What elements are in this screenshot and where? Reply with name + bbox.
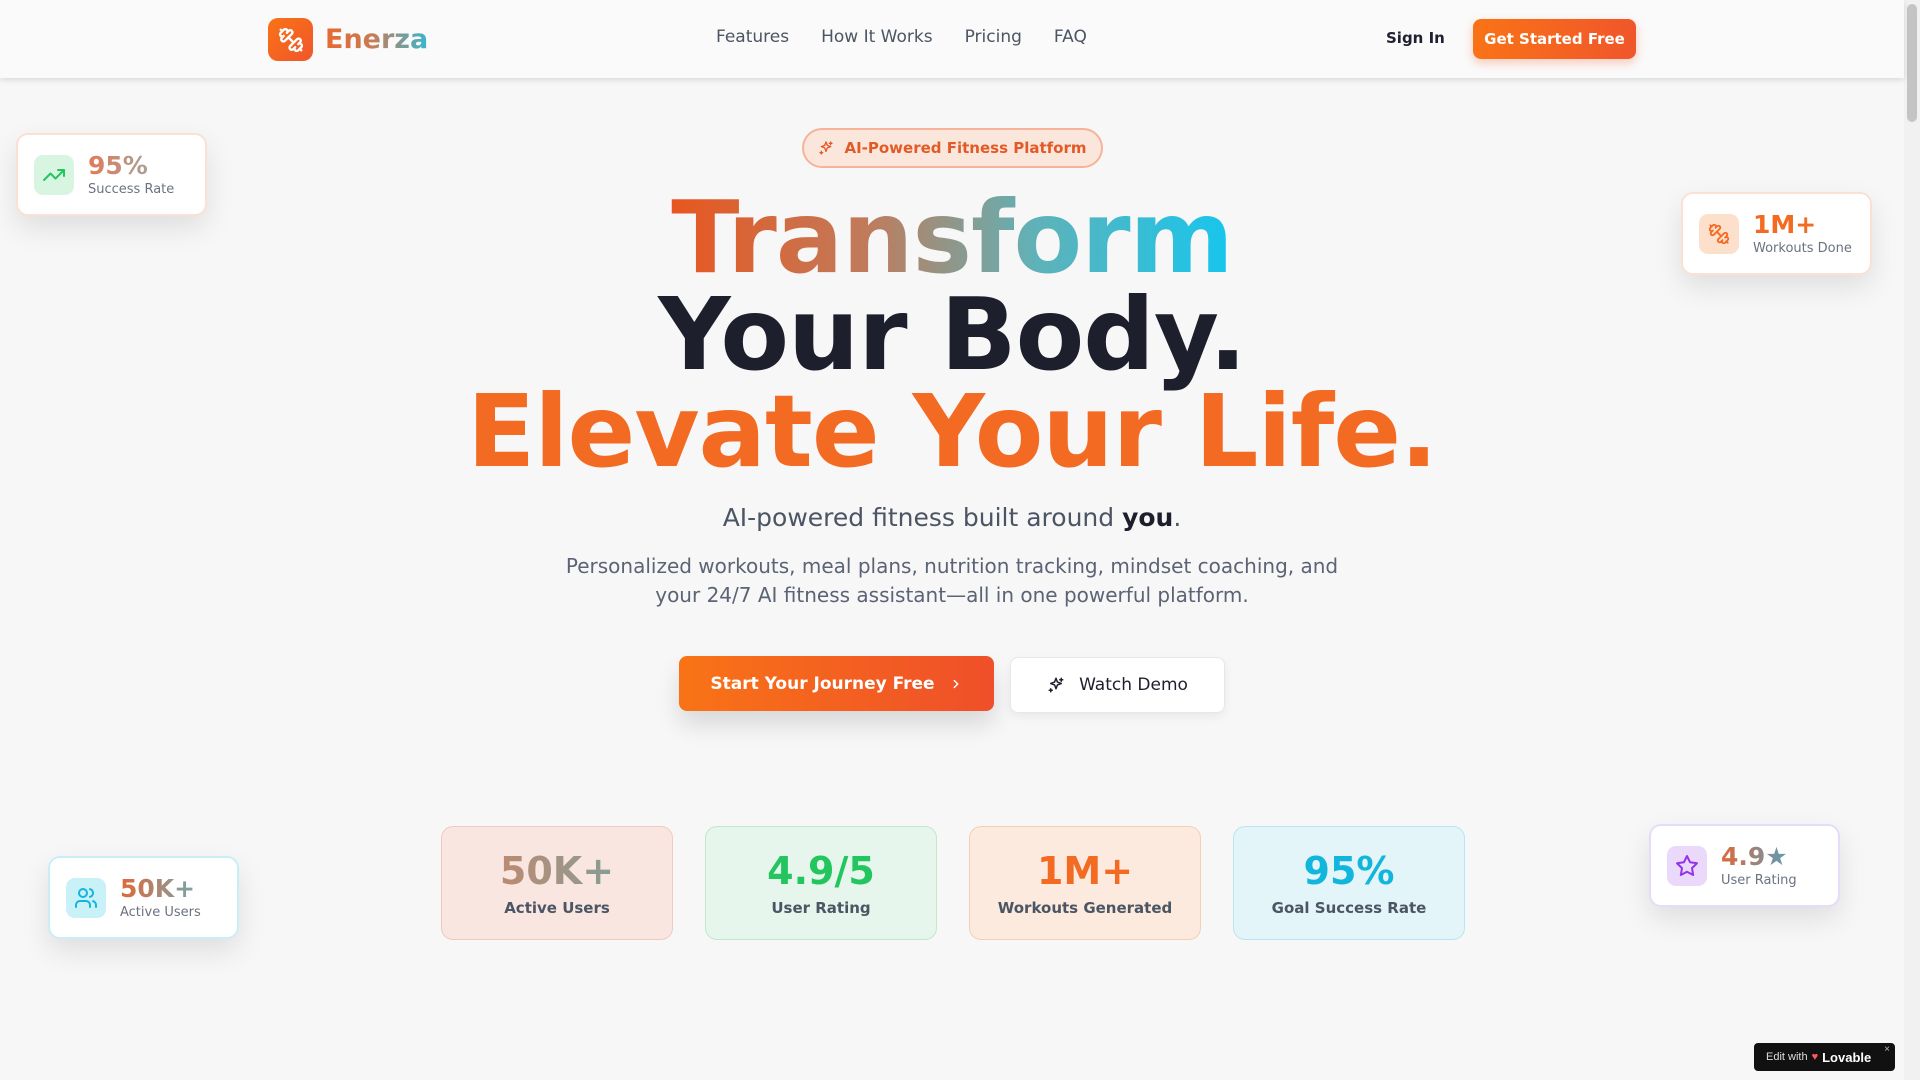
- hero-badge: AI-Powered Fitness Platform: [802, 128, 1103, 168]
- trending-up-icon: [34, 154, 74, 195]
- stat-value: 4.9/5: [767, 849, 875, 893]
- scrollbar-thumb[interactable]: [1907, 4, 1917, 122]
- stat-card-workouts: 1M+ Workouts Generated: [969, 826, 1201, 940]
- floating-value: 50K+: [120, 875, 201, 903]
- sparkles-icon: [1048, 677, 1064, 693]
- brand-name: Enerza: [325, 24, 429, 55]
- floating-card-success-rate: 95% Success Rate: [16, 133, 207, 216]
- heart-icon: ♥: [1811, 1051, 1819, 1063]
- stat-label: Goal Success Rate: [1271, 899, 1427, 917]
- stat-value: 1M+: [1036, 849, 1134, 893]
- floating-label: Success Rate: [88, 182, 175, 197]
- hero-tagline: AI-powered fitness built around you.: [722, 503, 1182, 532]
- stat-card-success-rate: 95% Goal Success Rate: [1233, 826, 1465, 940]
- start-journey-label: Start Your Journey Free: [710, 673, 935, 694]
- floating-card-workouts: 1M+ Workouts Done: [1681, 192, 1872, 275]
- get-started-button[interactable]: Get Started Free: [1473, 19, 1636, 59]
- lovable-brand: Lovable: [1822, 1049, 1872, 1065]
- page-scrollbar[interactable]: [1904, 0, 1920, 1080]
- dumbbell-icon: [268, 18, 313, 61]
- nav-link-how-it-works[interactable]: How It Works: [821, 27, 932, 47]
- stat-card-user-rating: 4.9/5 User Rating: [705, 826, 937, 940]
- close-icon[interactable]: ×: [1884, 1044, 1890, 1055]
- nav-link-features[interactable]: Features: [716, 27, 789, 47]
- floating-card-active-users: 50K+ Active Users: [48, 856, 239, 939]
- watch-demo-label: Watch Demo: [1079, 675, 1188, 695]
- floating-value: 1M+: [1753, 210, 1817, 239]
- floating-label: Workouts Done: [1753, 241, 1852, 256]
- brand-logo[interactable]: Enerza: [268, 18, 428, 61]
- nav-link-pricing[interactable]: Pricing: [965, 27, 1022, 47]
- hero-badge-text: AI-Powered Fitness Platform: [844, 139, 1087, 157]
- floating-value: 4.9★: [1721, 843, 1797, 871]
- stat-label: Workouts Generated: [997, 899, 1173, 917]
- start-journey-button[interactable]: Start Your Journey Free: [679, 656, 994, 711]
- floating-label: Active Users: [120, 905, 201, 920]
- sparkles-icon: [819, 141, 834, 155]
- floating-card-user-rating: 4.9★ User Rating: [1649, 824, 1840, 907]
- sign-in-link[interactable]: Sign In: [1386, 29, 1445, 47]
- chevron-right-icon: [953, 679, 959, 688]
- watch-demo-button[interactable]: Watch Demo: [1010, 657, 1225, 713]
- stat-label: Active Users: [504, 899, 610, 917]
- floating-value: 95%: [88, 152, 174, 180]
- users-icon: [66, 877, 106, 918]
- stat-value: 95%: [1303, 849, 1395, 893]
- hero-title-line-3: Elevate Your Life.: [466, 373, 1438, 490]
- stat-value: 50K+: [442, 849, 672, 893]
- hero-description: Personalized workouts, meal plans, nutri…: [565, 554, 1339, 607]
- nav-link-faq[interactable]: FAQ: [1054, 27, 1087, 47]
- nav-links: Features How It Works Pricing FAQ: [716, 27, 1087, 47]
- stat-card-active-users: 50K+ Active Users: [441, 826, 673, 940]
- dumbbell-icon: [1699, 213, 1739, 254]
- stat-label: User Rating: [771, 899, 871, 917]
- lovable-prefix: Edit with: [1766, 1051, 1808, 1063]
- star-icon: [1667, 845, 1707, 886]
- floating-label: User Rating: [1721, 873, 1797, 888]
- top-nav: Enerza Features How It Works Pricing FAQ…: [0, 0, 1904, 78]
- edit-with-lovable-badge[interactable]: Edit with ♥ Lovable ×: [1754, 1043, 1895, 1071]
